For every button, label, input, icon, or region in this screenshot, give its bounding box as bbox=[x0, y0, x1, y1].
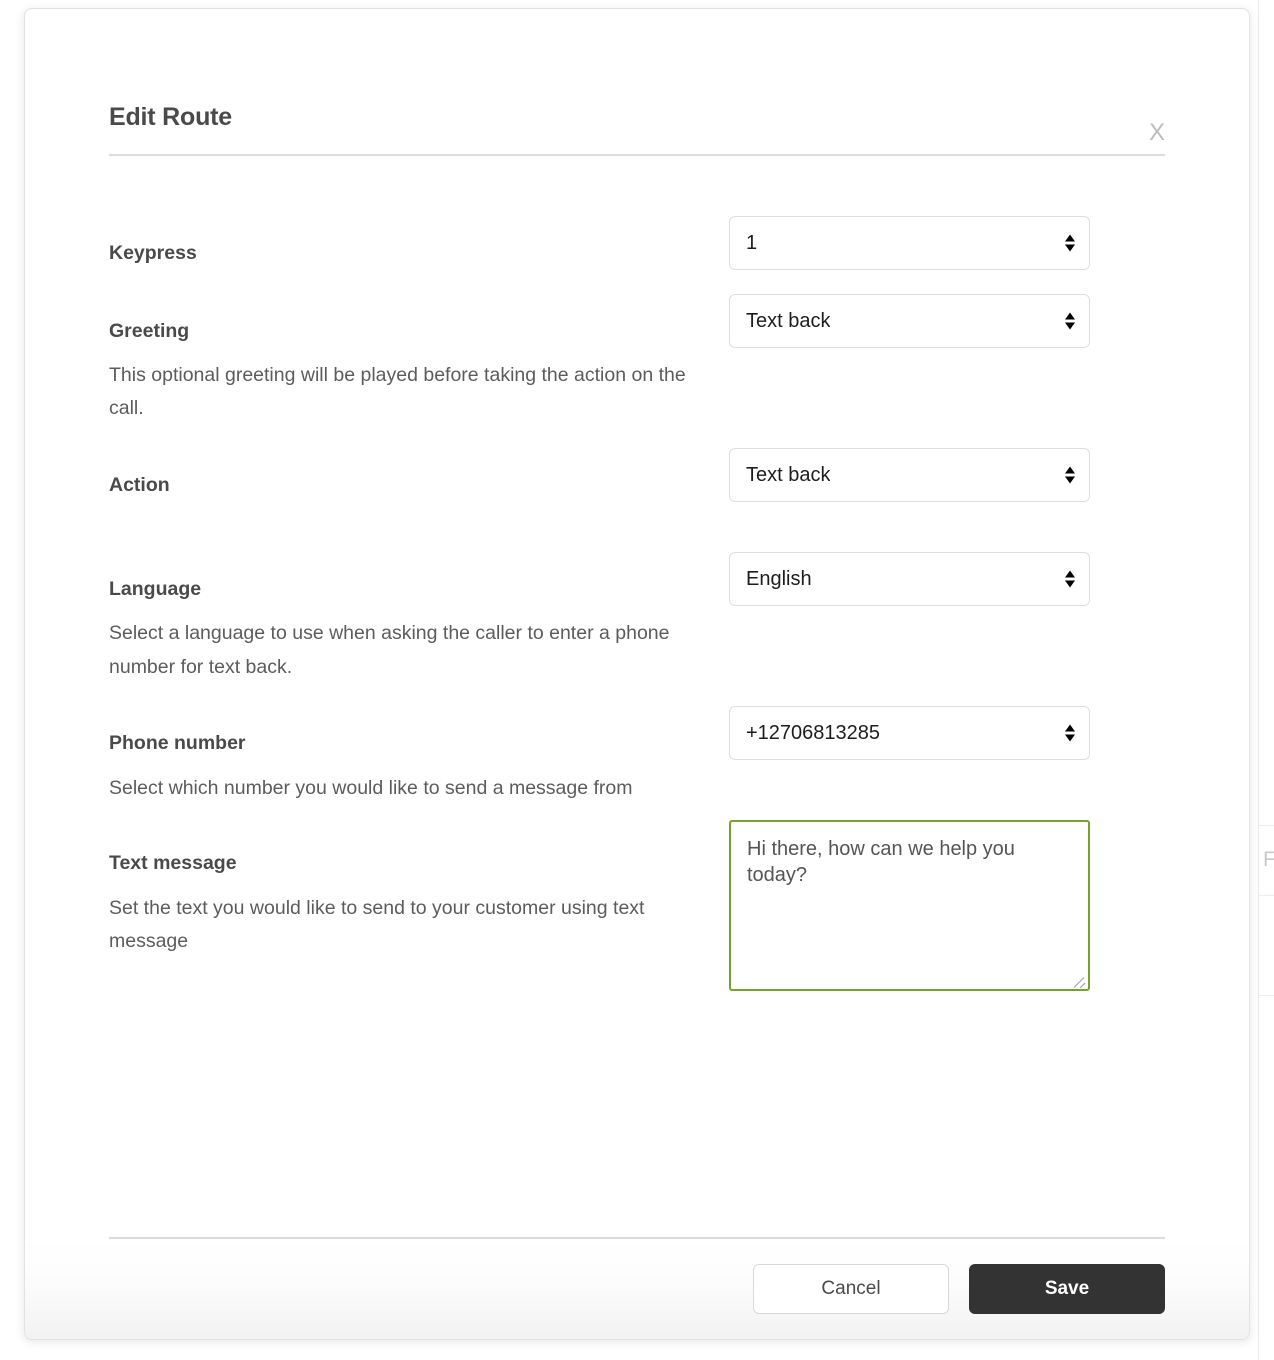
field-phone-number: Phone number Select which number you wou… bbox=[109, 706, 1165, 805]
text-message-textarea[interactable]: Hi there, how can we help you today? bbox=[729, 820, 1090, 992]
field-text-message-control: Hi there, how can we help you today? bbox=[729, 820, 1165, 992]
background-row-divider bbox=[1259, 895, 1274, 896]
page-title: Edit Route bbox=[109, 103, 232, 131]
field-keypress-control: 1 bbox=[729, 215, 1165, 270]
field-action: Action Text back bbox=[109, 447, 1165, 502]
cancel-button[interactable]: Cancel bbox=[753, 1264, 949, 1314]
field-keypress-labels: Keypress bbox=[109, 242, 729, 265]
phone-number-select[interactable]: +12706813285 bbox=[729, 706, 1090, 761]
keypress-select[interactable]: 1 bbox=[729, 215, 1090, 270]
field-label-greeting: Greeting bbox=[109, 319, 190, 342]
field-phone-number-control: +12706813285 bbox=[729, 706, 1165, 761]
language-select[interactable]: English bbox=[729, 551, 1090, 606]
field-label-action: Action bbox=[109, 473, 170, 496]
background-partial-text: F bbox=[1263, 848, 1274, 871]
resize-handle-icon[interactable] bbox=[1072, 973, 1086, 987]
chevron-updown-icon bbox=[1065, 234, 1075, 251]
chevron-updown-icon bbox=[1065, 312, 1075, 329]
field-language-control: English bbox=[729, 551, 1165, 606]
modal-header: Edit Route X bbox=[25, 9, 1249, 154]
greeting-select[interactable]: Text back bbox=[729, 293, 1090, 348]
field-language: Language Select a language to use when a… bbox=[109, 551, 1165, 684]
save-button[interactable]: Save bbox=[969, 1264, 1165, 1314]
greeting-select-value: Text back bbox=[746, 310, 831, 331]
field-text-message-labels: Text message Set the text you would like… bbox=[109, 852, 729, 958]
chevron-updown-icon bbox=[1065, 570, 1075, 588]
chevron-updown-icon bbox=[1065, 724, 1075, 742]
field-greeting-labels: Greeting This optional greeting will be … bbox=[109, 320, 729, 426]
field-desc-language: Select a language to use when asking the… bbox=[109, 622, 670, 678]
field-label-keypress: Keypress bbox=[109, 241, 197, 264]
field-greeting: Greeting This optional greeting will be … bbox=[109, 293, 1165, 426]
text-message-value: Hi there, how can we help you today? bbox=[747, 838, 1021, 887]
field-language-labels: Language Select a language to use when a… bbox=[109, 578, 729, 684]
background-panel bbox=[1258, 0, 1274, 1360]
modal-footer: Cancel Save bbox=[25, 1239, 1249, 1339]
keypress-select-value: 1 bbox=[746, 232, 758, 253]
field-keypress: Keypress 1 bbox=[109, 215, 1165, 270]
field-desc-text-message: Set the text you would like to send to y… bbox=[109, 896, 645, 953]
background-row-divider bbox=[1259, 825, 1274, 826]
field-desc-phone-number: Select which number you would like to se… bbox=[109, 776, 633, 799]
field-label-text-message: Text message bbox=[109, 852, 237, 875]
field-desc-greeting: This optional greeting will be played be… bbox=[109, 363, 686, 420]
modal-body: Keypress 1 Greeting This optional greeti… bbox=[25, 156, 1249, 1238]
phone-number-select-value: +12706813285 bbox=[746, 723, 881, 744]
field-label-language: Language bbox=[109, 577, 202, 600]
field-text-message: Text message Set the text you would like… bbox=[109, 820, 1165, 992]
action-select[interactable]: Text back bbox=[729, 447, 1090, 502]
background-row-divider bbox=[1259, 995, 1274, 996]
field-action-labels: Action bbox=[109, 474, 729, 497]
close-x-icon[interactable]: X bbox=[1149, 121, 1165, 145]
field-greeting-control: Text back bbox=[729, 293, 1165, 348]
chevron-updown-icon bbox=[1065, 466, 1075, 484]
field-phone-number-labels: Phone number Select which number you wou… bbox=[109, 732, 729, 805]
field-action-control: Text back bbox=[729, 447, 1165, 502]
language-select-value: English bbox=[746, 568, 812, 589]
field-label-phone-number: Phone number bbox=[109, 732, 246, 755]
action-select-value: Text back bbox=[746, 464, 831, 485]
edit-route-modal: Edit Route X Keypress 1 Greeting This op… bbox=[24, 8, 1250, 1340]
